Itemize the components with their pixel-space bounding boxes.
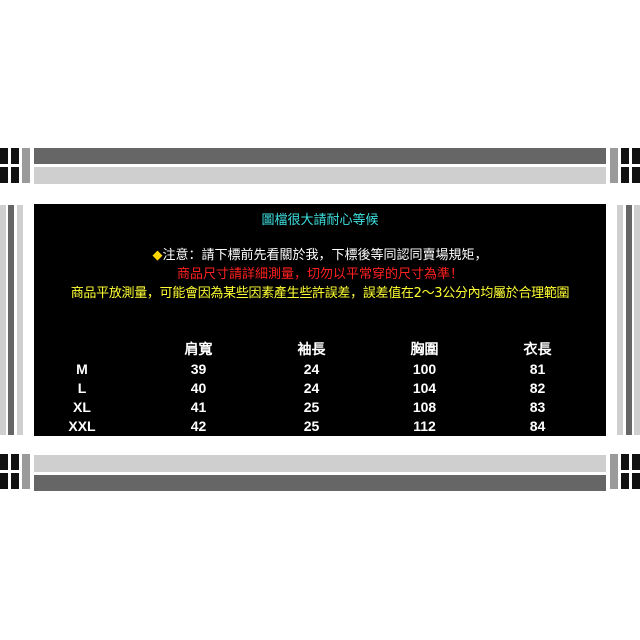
table-cell: 39 [190,360,207,377]
frame-right-stripe [617,205,623,435]
table-cell: 108 [412,398,437,415]
frame-bottom-light-bar [34,455,606,472]
table-cell: 104 [412,379,437,396]
table-cell: 40 [190,379,207,396]
table-cell: 100 [412,360,437,377]
table-cell: 25 [303,398,320,415]
table-cell: 24 [303,379,320,396]
size-label: M [76,360,88,377]
size-table-header-chest: 胸圍 [410,342,439,358]
diamond-bullet-icon: ◆ [152,248,163,263]
frame-bottom-dark-bar [34,475,606,491]
corner-ornament-top-right [610,148,640,186]
table-cell: 42 [190,417,207,434]
frame-left-stripe [8,205,14,435]
table-cell: 84 [529,417,546,434]
table-cell: 41 [190,398,207,415]
frame-right-stripe [626,205,632,435]
size-label: L [77,379,87,396]
corner-ornament-bottom-right [610,454,640,492]
table-row: L 40 24 104 82 [54,378,594,397]
table-cell: 81 [529,360,546,377]
notice-line-tolerance: 商品平放測量，可能會因為某些因素產生些許誤差，誤差值在2～3公分內均屬於合理範圍 [70,286,570,301]
table-cell: 83 [529,398,546,415]
size-table-header-shoulder: 肩寬 [184,342,213,358]
size-chart-image: 圖檔很大請耐心等候 ◆注意：請下標前先看關於我，下標後等同認同賣場規矩， 商品尺… [0,0,640,640]
corner-ornament-top-left [0,148,30,186]
table-cell: 25 [303,417,320,434]
table-row: XXL 42 25 112 84 [54,416,594,435]
size-table-header-length: 衣長 [523,342,552,358]
frame-left-stripe [17,205,23,435]
size-table-header-row: 肩寬 袖長 胸圍 衣長 [54,339,594,359]
table-row: M 39 24 100 81 [54,359,594,378]
table-row: XL 41 25 108 83 [54,397,594,416]
size-label: XL [73,398,91,415]
table-cell: 82 [529,379,546,396]
size-table-header-sleeve: 袖長 [297,342,326,358]
frame-right-stripe [634,205,640,435]
size-table-header-size [54,339,142,359]
table-cell: 112 [413,417,436,434]
frame-left-stripe [0,205,6,435]
notice-rules-text: 注意：請下標前先看關於我，下標後等同認同賣場規矩， [162,248,488,263]
frame-top-dark-bar [34,148,606,164]
size-label: XXL [68,417,96,434]
notice-line-rules: ◆注意：請下標前先看關於我，下標後等同認同賣場規矩， [34,244,606,263]
notice-line-measure-warning: 商品尺寸請詳細測量，切勿以平常穿的尺寸為準！ [176,267,463,282]
corner-ornament-bottom-left [0,454,30,492]
loading-notice-title: 圖檔很大請耐心等候 [261,213,379,228]
size-table: 肩寬 袖長 胸圍 衣長 M 39 24 100 81 L 40 24 104 8… [54,339,594,435]
table-cell: 24 [303,360,320,377]
size-chart-panel: 圖檔很大請耐心等候 ◆注意：請下標前先看關於我，下標後等同認同賣場規矩， 商品尺… [34,204,606,436]
frame-top-light-bar [34,167,606,184]
